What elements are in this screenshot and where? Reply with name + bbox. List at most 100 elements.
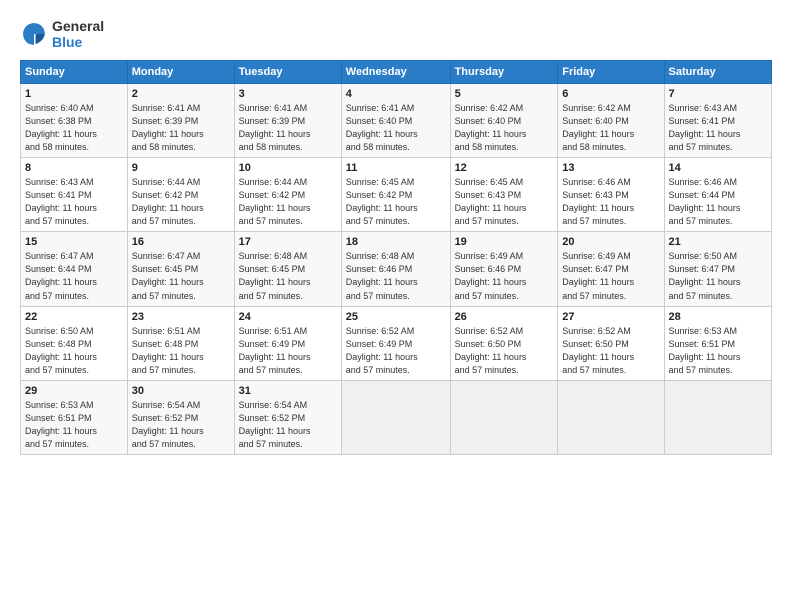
day-info: Sunrise: 6:53 AMSunset: 6:51 PMDaylight:… — [669, 325, 767, 377]
calendar-cell — [558, 380, 664, 454]
calendar-cell: 12Sunrise: 6:45 AMSunset: 6:43 PMDayligh… — [450, 158, 558, 232]
page: General Blue SundayMondayTuesdayWednesda… — [0, 0, 792, 612]
day-number: 30 — [132, 385, 230, 397]
calendar-cell: 28 Sunrise: 6:53 AMSunset: 6:51 PMDayligh… — [664, 306, 771, 380]
day-number: 18 — [346, 236, 446, 248]
day-number: 14 — [669, 162, 767, 174]
calendar-header-tuesday: Tuesday — [234, 61, 341, 84]
calendar-cell: 20 Sunrise: 6:49 AMSunset: 6:47 PMDayligh… — [558, 232, 664, 306]
day-number: 21 — [669, 236, 767, 248]
day-number: 6 — [562, 88, 659, 100]
calendar-header-thursday: Thursday — [450, 61, 558, 84]
calendar-cell: 14 Sunrise: 6:46 AMSunset: 6:44 PMDayligh… — [664, 158, 771, 232]
day-info: Sunrise: 6:41 AMSunset: 6:40 PMDaylight:… — [346, 102, 446, 154]
day-number: 1 — [25, 88, 123, 100]
day-info: Sunrise: 6:42 AMSunset: 6:40 PMDaylight:… — [562, 102, 659, 154]
calendar-cell: 11 Sunrise: 6:45 AMSunset: 6:42 PMDayligh… — [341, 158, 450, 232]
day-info: Sunrise: 6:40 AMSunset: 6:38 PMDaylight:… — [25, 102, 123, 154]
calendar-header-wednesday: Wednesday — [341, 61, 450, 84]
day-info: Sunrise: 6:52 AMSunset: 6:49 PMDaylight:… — [346, 325, 446, 377]
day-info: Sunrise: 6:52 AMSunset: 6:50 PMDaylight:… — [562, 325, 659, 377]
day-info: Sunrise: 6:50 AMSunset: 6:48 PMDaylight:… — [25, 325, 123, 377]
day-info: Sunrise: 6:45 AMSunset: 6:42 PMDaylight:… — [346, 176, 446, 228]
calendar-cell: 18Sunrise: 6:48 AMSunset: 6:46 PMDayligh… — [341, 232, 450, 306]
day-info: Sunrise: 6:51 AMSunset: 6:49 PMDaylight:… — [239, 325, 337, 377]
calendar-cell: 17 Sunrise: 6:48 AMSunset: 6:45 PMDayligh… — [234, 232, 341, 306]
day-info: Sunrise: 6:43 AMSunset: 6:41 PMDaylight:… — [25, 176, 123, 228]
day-info: Sunrise: 6:50 AMSunset: 6:47 PMDaylight:… — [669, 250, 767, 302]
day-number: 26 — [455, 311, 554, 323]
calendar-cell: 21 Sunrise: 6:50 AMSunset: 6:47 PMDayligh… — [664, 232, 771, 306]
calendar-table: SundayMondayTuesdayWednesdayThursdayFrid… — [20, 60, 772, 455]
day-number: 4 — [346, 88, 446, 100]
day-info: Sunrise: 6:54 AMSunset: 6:52 PMDaylight:… — [239, 399, 337, 451]
day-number: 22 — [25, 311, 123, 323]
calendar-cell: 24 Sunrise: 6:51 AMSunset: 6:49 PMDayligh… — [234, 306, 341, 380]
calendar-cell: 26 Sunrise: 6:52 AMSunset: 6:50 PMDayligh… — [450, 306, 558, 380]
calendar-cell: 7Sunrise: 6:43 AMSunset: 6:41 PMDaylight… — [664, 84, 771, 158]
calendar-cell: 15 Sunrise: 6:47 AMSunset: 6:44 PMDayligh… — [21, 232, 128, 306]
day-number: 24 — [239, 311, 337, 323]
calendar-cell: 3 Sunrise: 6:41 AMSunset: 6:39 PMDaylight… — [234, 84, 341, 158]
calendar-cell: 9 Sunrise: 6:44 AMSunset: 6:42 PMDaylight… — [127, 158, 234, 232]
calendar-cell: 4 Sunrise: 6:41 AMSunset: 6:40 PMDaylight… — [341, 84, 450, 158]
day-number: 16 — [132, 236, 230, 248]
calendar-cell: 25 Sunrise: 6:52 AMSunset: 6:49 PMDayligh… — [341, 306, 450, 380]
calendar-week-1: 1 Sunrise: 6:40 AMSunset: 6:38 PMDaylight… — [21, 84, 772, 158]
day-info: Sunrise: 6:41 AMSunset: 6:39 PMDaylight:… — [239, 102, 337, 154]
logo-text: General Blue — [52, 18, 104, 50]
day-number: 11 — [346, 162, 446, 174]
day-number: 19 — [455, 236, 554, 248]
day-number: 23 — [132, 311, 230, 323]
day-number: 25 — [346, 311, 446, 323]
header: General Blue — [20, 18, 772, 50]
calendar-cell: 30 Sunrise: 6:54 AMSunset: 6:52 PMDayligh… — [127, 380, 234, 454]
day-number: 20 — [562, 236, 659, 248]
day-info: Sunrise: 6:43 AMSunset: 6:41 PMDaylight:… — [669, 102, 767, 154]
day-number: 9 — [132, 162, 230, 174]
day-info: Sunrise: 6:44 AMSunset: 6:42 PMDaylight:… — [132, 176, 230, 228]
calendar-cell: 31 Sunrise: 6:54 AMSunset: 6:52 PMDayligh… — [234, 380, 341, 454]
calendar-week-3: 15 Sunrise: 6:47 AMSunset: 6:44 PMDayligh… — [21, 232, 772, 306]
day-info: Sunrise: 6:46 AMSunset: 6:43 PMDaylight:… — [562, 176, 659, 228]
calendar-week-4: 22 Sunrise: 6:50 AMSunset: 6:48 PMDayligh… — [21, 306, 772, 380]
logo: General Blue — [20, 18, 104, 50]
day-number: 13 — [562, 162, 659, 174]
calendar-cell: 13 Sunrise: 6:46 AMSunset: 6:43 PMDayligh… — [558, 158, 664, 232]
calendar-header-sunday: Sunday — [21, 61, 128, 84]
day-info: Sunrise: 6:41 AMSunset: 6:39 PMDaylight:… — [132, 102, 230, 154]
calendar-cell: 29Sunrise: 6:53 AMSunset: 6:51 PMDayligh… — [21, 380, 128, 454]
day-info: Sunrise: 6:49 AMSunset: 6:47 PMDaylight:… — [562, 250, 659, 302]
day-number: 3 — [239, 88, 337, 100]
calendar-header-saturday: Saturday — [664, 61, 771, 84]
day-info: Sunrise: 6:47 AMSunset: 6:44 PMDaylight:… — [25, 250, 123, 302]
day-number: 17 — [239, 236, 337, 248]
calendar-header-friday: Friday — [558, 61, 664, 84]
day-info: Sunrise: 6:48 AMSunset: 6:45 PMDaylight:… — [239, 250, 337, 302]
calendar-week-5: 29Sunrise: 6:53 AMSunset: 6:51 PMDayligh… — [21, 380, 772, 454]
day-number: 31 — [239, 385, 337, 397]
day-info: Sunrise: 6:54 AMSunset: 6:52 PMDaylight:… — [132, 399, 230, 451]
day-number: 12 — [455, 162, 554, 174]
day-number: 5 — [455, 88, 554, 100]
logo-icon — [20, 20, 48, 48]
day-info: Sunrise: 6:52 AMSunset: 6:50 PMDaylight:… — [455, 325, 554, 377]
day-number: 27 — [562, 311, 659, 323]
calendar-cell: 8Sunrise: 6:43 AMSunset: 6:41 PMDaylight… — [21, 158, 128, 232]
calendar-cell: 10Sunrise: 6:44 AMSunset: 6:42 PMDayligh… — [234, 158, 341, 232]
day-info: Sunrise: 6:46 AMSunset: 6:44 PMDaylight:… — [669, 176, 767, 228]
calendar-header-row: SundayMondayTuesdayWednesdayThursdayFrid… — [21, 61, 772, 84]
calendar-cell: 1 Sunrise: 6:40 AMSunset: 6:38 PMDaylight… — [21, 84, 128, 158]
day-number: 29 — [25, 385, 123, 397]
day-info: Sunrise: 6:44 AMSunset: 6:42 PMDaylight:… — [239, 176, 337, 228]
calendar-cell — [341, 380, 450, 454]
calendar-cell: 6 Sunrise: 6:42 AMSunset: 6:40 PMDaylight… — [558, 84, 664, 158]
calendar-cell — [450, 380, 558, 454]
day-info: Sunrise: 6:47 AMSunset: 6:45 PMDaylight:… — [132, 250, 230, 302]
day-number: 15 — [25, 236, 123, 248]
calendar-cell: 19Sunrise: 6:49 AMSunset: 6:46 PMDayligh… — [450, 232, 558, 306]
calendar-cell: 27 Sunrise: 6:52 AMSunset: 6:50 PMDayligh… — [558, 306, 664, 380]
day-number: 28 — [669, 311, 767, 323]
day-info: Sunrise: 6:42 AMSunset: 6:40 PMDaylight:… — [455, 102, 554, 154]
calendar-cell: 5 Sunrise: 6:42 AMSunset: 6:40 PMDaylight… — [450, 84, 558, 158]
